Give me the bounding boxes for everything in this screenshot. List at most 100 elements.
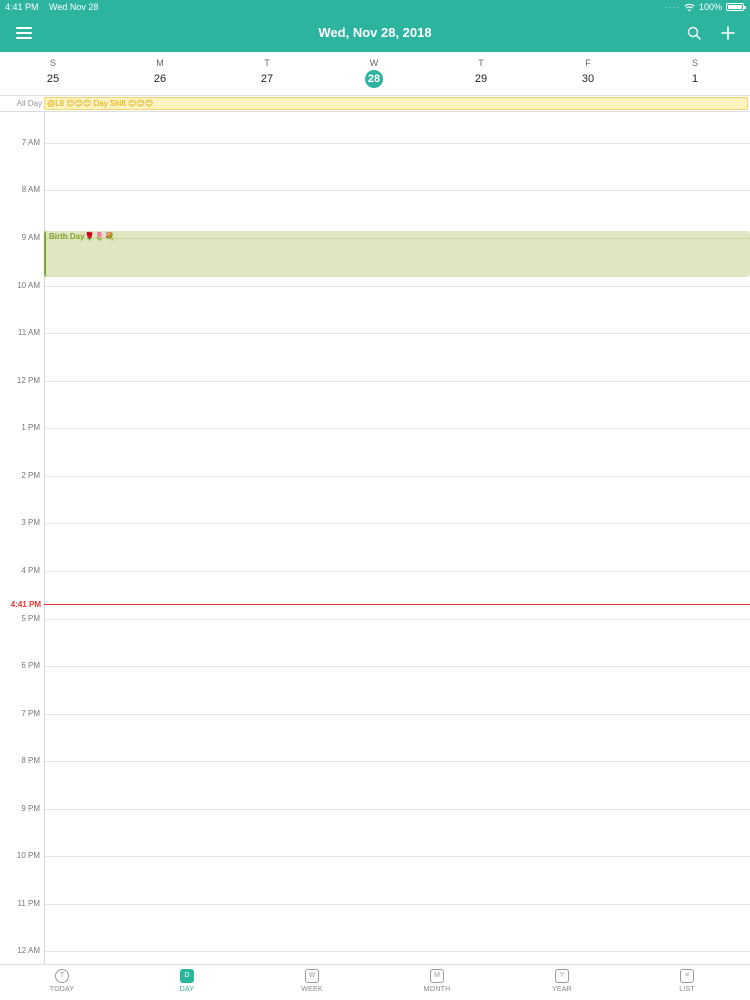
day-number: 28 <box>365 70 383 88</box>
week-day-sunday[interactable]: S 25 <box>23 52 83 88</box>
current-time-label: 4:41 PM <box>10 600 41 609</box>
hour-row: 7 PM <box>0 709 750 718</box>
tab-day[interactable]: D DAY <box>157 965 217 1000</box>
plus-icon <box>721 26 735 40</box>
tab-week[interactable]: W WEEK <box>282 965 342 1000</box>
day-letter: W <box>369 58 379 68</box>
day-number: 26 <box>153 73 167 85</box>
status-time: 4:41 PM <box>5 2 39 12</box>
hour-row: 1 PM <box>0 423 750 432</box>
status-right: ···· 100% <box>663 2 746 12</box>
search-icon <box>687 26 701 40</box>
hour-label: 2 PM <box>21 471 40 480</box>
day-letter: S <box>49 58 56 68</box>
week-icon: W <box>305 969 319 983</box>
day-letter: F <box>585 58 591 68</box>
hour-row: 12 PM <box>0 376 750 385</box>
list-icon: ≡ <box>680 969 694 983</box>
day-number: 27 <box>260 73 274 85</box>
hour-label: 12 PM <box>16 376 40 385</box>
hour-label: 9 PM <box>21 804 40 813</box>
day-letter: T <box>478 58 484 68</box>
hour-label: 5 PM <box>21 614 40 623</box>
hour-label: 11 PM <box>17 899 40 908</box>
all-day-row: All Day @L8 😊😊😊 Day Shift 😊😊😊 <box>0 96 750 112</box>
hour-label: 4 PM <box>21 566 40 575</box>
day-number: 29 <box>474 73 488 85</box>
week-day-thursday[interactable]: T 29 <box>451 52 511 88</box>
tab-bar: T TODAY D DAY W WEEK M MONTH Y YEAR ≡ LI… <box>0 964 750 1000</box>
status-left: 4:41 PM Wed Nov 28 <box>5 2 98 12</box>
day-letter: S <box>691 58 698 68</box>
status-bar: 4:41 PM Wed Nov 28 ···· 100% <box>0 0 750 14</box>
hour-label: 10 AM <box>17 281 40 290</box>
day-timeline[interactable]: 7 AM 8 AM 9 AM 10 AM 11 AM 12 PM 1 PM 2 … <box>0 112 750 964</box>
hour-label: 12 AM <box>17 946 40 955</box>
hour-label: 3 PM <box>21 518 40 527</box>
tab-year[interactable]: Y YEAR <box>532 965 592 1000</box>
signal-dots-icon: ···· <box>663 2 680 12</box>
hour-label: 8 AM <box>21 185 40 194</box>
search-button[interactable] <box>680 19 708 47</box>
status-date: Wed Nov 28 <box>49 2 99 12</box>
week-day-friday[interactable]: F 30 <box>558 52 618 88</box>
hour-label: 1 PM <box>21 423 40 432</box>
tab-today[interactable]: T TODAY <box>32 965 92 1000</box>
hour-label: 7 AM <box>21 138 40 147</box>
week-day-monday[interactable]: M 26 <box>130 52 190 88</box>
tab-month[interactable]: M MONTH <box>407 965 467 1000</box>
tab-label: DAY <box>179 986 195 993</box>
month-icon: M <box>430 969 444 983</box>
week-day-wednesday-selected[interactable]: W 28 <box>344 52 404 88</box>
hour-row: 5 PM <box>0 614 750 623</box>
week-day-tuesday[interactable]: T 27 <box>237 52 297 88</box>
hour-label: 10 PM <box>16 851 40 860</box>
hour-row: 11 AM <box>0 328 750 337</box>
all-day-label: All Day <box>16 99 42 108</box>
current-time-line <box>44 604 750 605</box>
day-icon: D <box>180 969 194 983</box>
day-number: 25 <box>46 73 60 85</box>
page-title: Wed, Nov 28, 2018 <box>318 25 432 40</box>
hour-row: 2 PM <box>0 471 750 480</box>
week-day-saturday[interactable]: S 1 <box>665 52 725 88</box>
nav-bar: Wed, Nov 28, 2018 <box>0 14 750 52</box>
day-number: 30 <box>581 73 595 85</box>
hour-label: 7 PM <box>21 709 40 718</box>
hour-row: 10 AM <box>0 281 750 290</box>
tab-list[interactable]: ≡ LIST <box>657 965 717 1000</box>
add-event-button[interactable] <box>714 19 742 47</box>
day-letter: M <box>156 58 164 68</box>
battery-icon <box>726 3 746 11</box>
hour-row: 12 AM <box>0 946 750 955</box>
hour-row: 11 PM <box>0 899 750 908</box>
hour-label: 6 PM <box>21 661 40 670</box>
hour-row: 8 AM <box>0 185 750 194</box>
day-letter: T <box>264 58 270 68</box>
event-title: Birth Day🌹🌷💐 <box>49 232 115 241</box>
wifi-icon <box>684 3 695 11</box>
week-strip: S 25 M 26 T 27 W 28 T 29 F 30 S 1 <box>0 52 750 96</box>
battery-percent: 100% <box>698 2 722 12</box>
today-icon: T <box>55 969 69 983</box>
hour-label: 11 AM <box>17 328 40 337</box>
hour-row: 6 PM <box>0 661 750 670</box>
tab-label: LIST <box>679 986 695 993</box>
hour-row: 3 PM <box>0 518 750 527</box>
hour-row: 9 PM <box>0 804 750 813</box>
hour-row: 8 PM <box>0 756 750 765</box>
tab-label: WEEK <box>301 986 323 993</box>
tab-label: TODAY <box>49 986 75 993</box>
all-day-event[interactable]: @L8 😊😊😊 Day Shift 😊😊😊 <box>44 97 748 110</box>
hour-row: 4 PM <box>0 566 750 575</box>
tab-label: MONTH <box>423 986 451 993</box>
event-birthday[interactable]: Birth Day🌹🌷💐 <box>44 231 750 277</box>
hour-label: 8 PM <box>21 756 40 765</box>
tab-label: YEAR <box>552 986 572 993</box>
hour-row: 7 AM <box>0 138 750 147</box>
calendar-app: 4:41 PM Wed Nov 28 ···· 100% Wed, Nov 28… <box>0 0 750 1000</box>
year-icon: Y <box>555 969 569 983</box>
day-number: 1 <box>691 73 699 85</box>
hour-label: 9 AM <box>21 233 40 242</box>
hour-row: 10 PM <box>0 851 750 860</box>
